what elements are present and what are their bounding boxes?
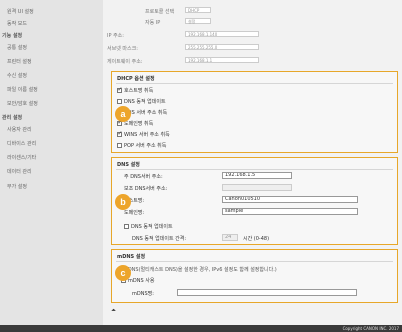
sidebar-item-remote-ui[interactable]: 원격 UI 설정 xyxy=(7,8,34,15)
mdns-section-title: mDNS 설정 xyxy=(117,254,146,260)
dhcp-option-dns-update[interactable]: DNS 동적 업데이트 xyxy=(117,98,166,105)
protocol-select[interactable]: DHCP xyxy=(185,7,211,13)
protocol-label: 프로토콜 선택 xyxy=(145,9,175,15)
scroll-top-icon[interactable]: ⏶ xyxy=(111,307,116,315)
dns-section-title: DNS 설정 xyxy=(117,162,140,168)
sidebar-item-device[interactable]: 디바이스 관리 xyxy=(7,140,36,147)
mdns-name-field[interactable] xyxy=(177,289,357,296)
divider xyxy=(116,83,393,84)
ip-field[interactable]: 192.168.1.140 xyxy=(185,31,259,37)
secondary-dns-field[interactable] xyxy=(222,184,292,191)
footer-bar: Copyright CANON INC. 2017 xyxy=(0,325,402,332)
divider xyxy=(116,261,393,262)
callout-marker-c: c xyxy=(115,265,131,281)
sidebar-item-data[interactable]: 데이터 관리 xyxy=(7,168,32,175)
checkbox-checked[interactable] xyxy=(117,130,123,137)
gateway-field[interactable]: 192.168.1.1 xyxy=(185,57,259,63)
sidebar-header-management: 관리 설정 xyxy=(2,115,23,121)
hostname-field[interactable]: Canon010510 xyxy=(222,196,358,203)
checkbox-unchecked[interactable] xyxy=(124,224,129,229)
primary-dns-label: 주 DNS서버 주소: xyxy=(124,174,163,180)
dhcp-options-section: DHCP 옵션 설정 호스트명 취득 DNS 동적 업데이트 DNS 서버 주소… xyxy=(111,71,398,153)
main-content: 프로토콜 선택 DHCP 자동 IP 설정 IP 주소: 192.168.1.1… xyxy=(103,0,402,325)
sidebar-item-receive[interactable]: 수신 설정 xyxy=(7,72,27,79)
sidebar-item-users[interactable]: 사용자 관리 xyxy=(7,126,32,133)
dhcp-option-hostname[interactable]: 호스트명 취득 xyxy=(117,86,153,94)
primary-dns-field[interactable]: 192.168.1.5 xyxy=(222,172,292,179)
mdns-note: (mDNS(멀티캐스트 DNS)을 설정한 경우, IPv6 설정도 함께 설정… xyxy=(121,267,277,273)
callout-marker-a: a xyxy=(115,106,131,122)
mdns-settings-section: mDNS 설정 (mDNS(멀티캐스트 DNS)을 설정한 경우, IPv6 설… xyxy=(111,249,398,303)
dns-settings-section: DNS 설정 주 DNS서버 주소: 192.168.1.5 보조 DNS서버 … xyxy=(111,157,398,245)
sidebar-header-functions: 기능 설정 xyxy=(2,33,23,39)
secondary-dns-label: 보조 DNS서버 주소: xyxy=(124,186,168,192)
update-interval-unit: 시간 (0-48) xyxy=(243,236,270,242)
checkbox-unchecked[interactable] xyxy=(117,143,122,148)
domain-label: 도메인명: xyxy=(124,210,145,216)
sidebar-item-license[interactable]: 라이센스/기타 xyxy=(7,154,36,161)
auto-ip-label: 자동 IP xyxy=(145,20,161,26)
sidebar-item-filename[interactable]: 파일 이름 설정 xyxy=(7,86,38,93)
sidebar-item-mode[interactable]: 동작 모드 xyxy=(7,20,27,27)
subnet-field[interactable]: 255.255.255.0 xyxy=(185,44,259,50)
gateway-label: 게이트웨이 주소: xyxy=(107,59,143,65)
checkbox-unchecked[interactable] xyxy=(117,99,122,104)
dns-dynamic-update[interactable]: DNS 동적 업데이트 xyxy=(124,223,173,230)
dhcp-section-title: DHCP 옵션 설정 xyxy=(117,76,155,82)
divider xyxy=(116,169,393,170)
checkbox-checked[interactable] xyxy=(117,86,123,93)
sidebar-item-common[interactable]: 공통 설정 xyxy=(7,44,27,51)
dhcp-option-wins[interactable]: WINS 서버 주소 취득 xyxy=(117,130,170,138)
update-interval-label: DNS 동적 업데이트 간격: xyxy=(132,236,187,242)
dhcp-option-pop[interactable]: POP 서버 주소 취득 xyxy=(117,142,166,149)
subnet-label: 서브넷 마스크: xyxy=(107,46,138,52)
sidebar: 원격 UI 설정 동작 모드 기능 설정 공통 설정 프린터 설정 수신 설정 … xyxy=(0,0,103,325)
copyright-text: Copyright CANON INC. 2017 xyxy=(342,326,399,331)
domain-field[interactable]: sample xyxy=(222,208,358,215)
sidebar-item-printer[interactable]: 프린터 설정 xyxy=(7,58,32,65)
sidebar-item-extra[interactable]: 부가 설정 xyxy=(7,183,27,190)
sidebar-item-security[interactable]: 보안/암호 설정 xyxy=(7,100,38,107)
auto-ip-select[interactable]: 설정 xyxy=(185,18,211,24)
callout-marker-b: b xyxy=(115,194,131,210)
ip-label: IP 주소: xyxy=(107,33,124,39)
update-interval-field[interactable]: 24 xyxy=(222,234,238,241)
mdns-name-label: mDNS명: xyxy=(132,291,154,297)
